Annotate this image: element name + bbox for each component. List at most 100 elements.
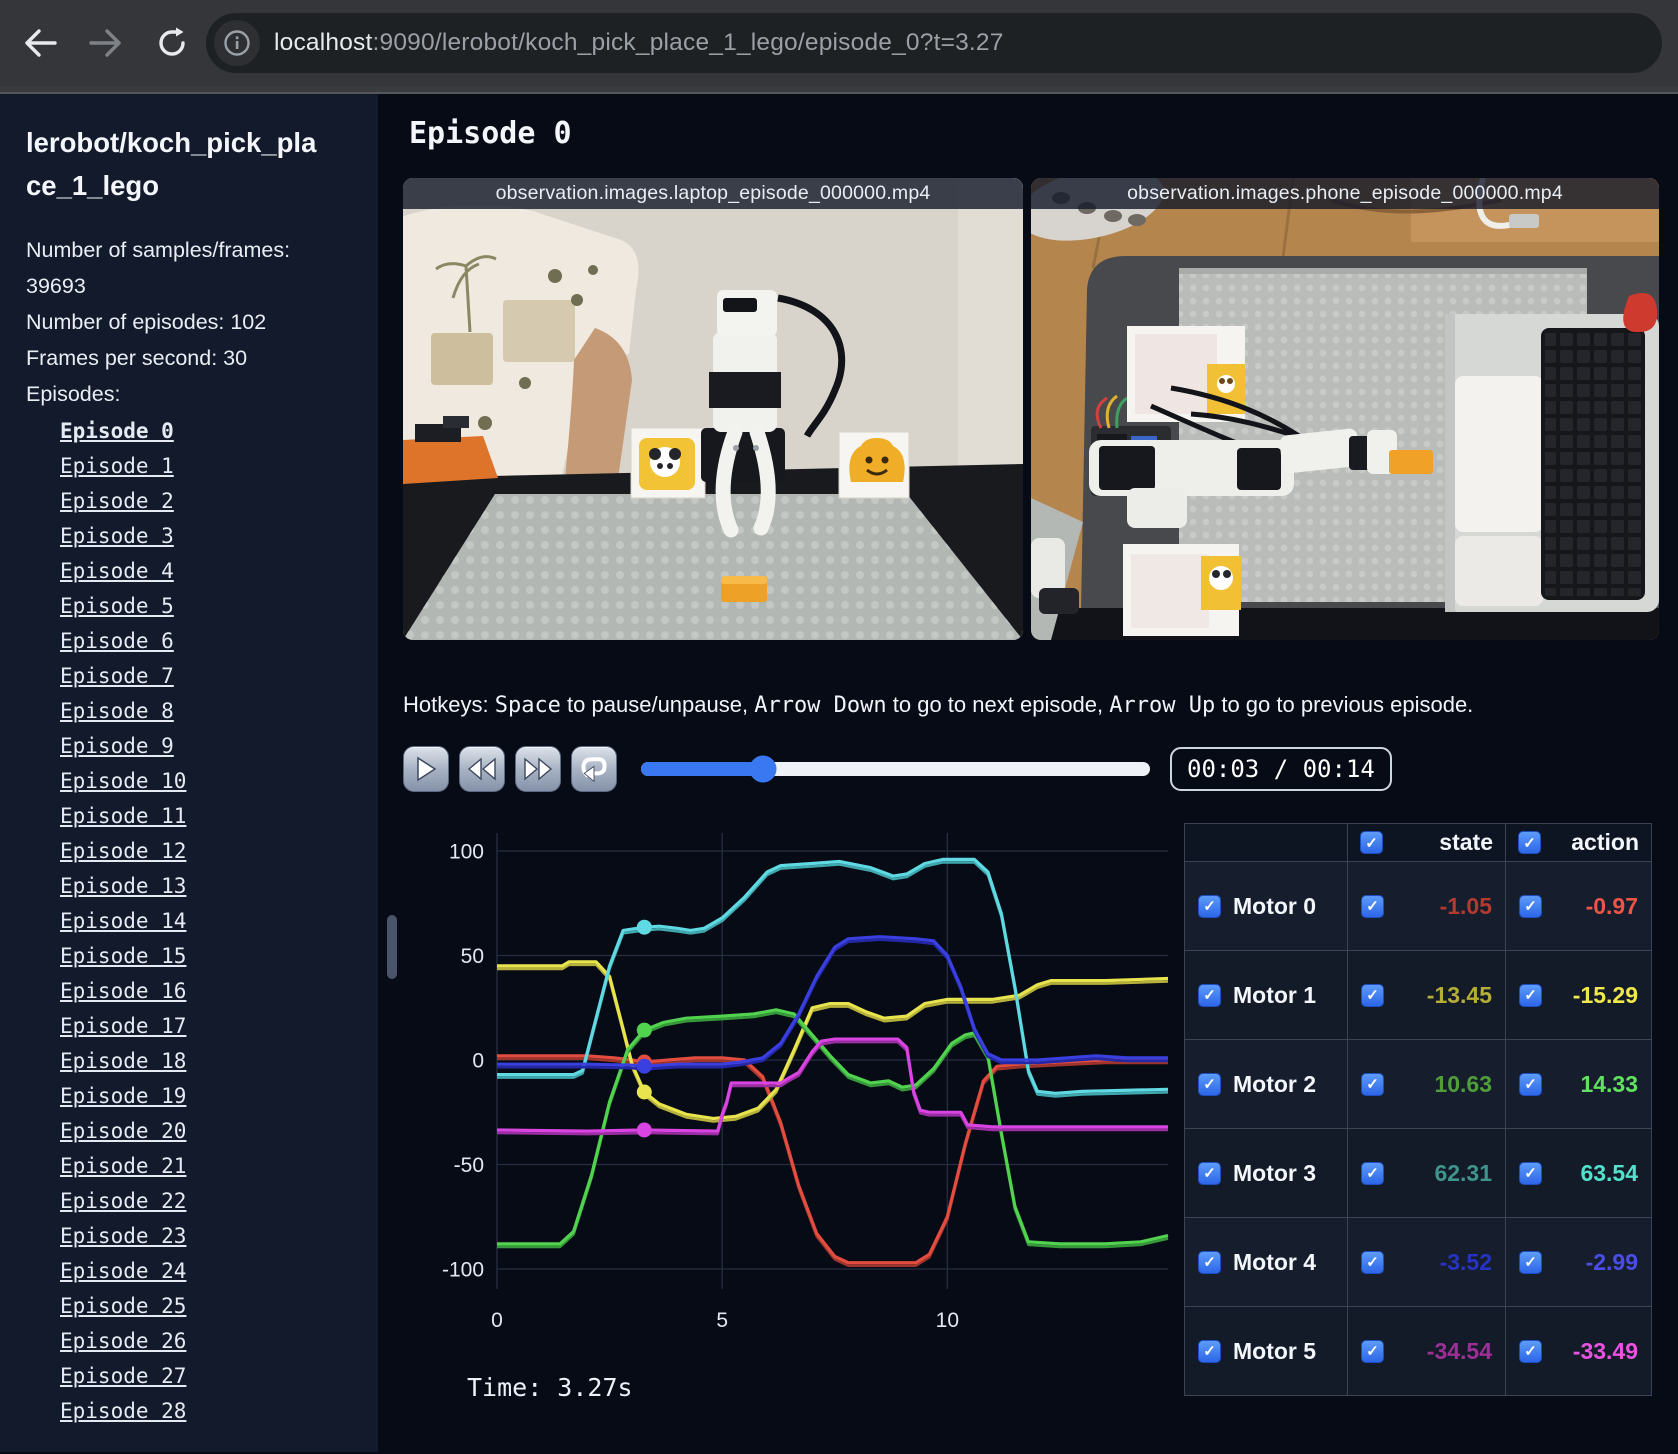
motor-row-checkbox[interactable]: ✓ [1198, 894, 1221, 918]
state-value-checkbox[interactable]: ✓ [1361, 894, 1384, 918]
episode-link[interactable]: Episode 2 [60, 489, 174, 513]
play-icon [417, 756, 437, 782]
action-value: -0.97 [1585, 892, 1638, 919]
episode-list-item: Episode 19 [26, 1080, 354, 1115]
action-column-checkbox[interactable]: ✓ [1518, 831, 1541, 854]
forward-icon[interactable] [86, 23, 126, 63]
episode-list-item: Episode 21 [26, 1150, 354, 1185]
fast-forward-button[interactable] [515, 746, 561, 792]
url-bar[interactable]: localhost:9090/lerobot/koch_pick_place_1… [206, 13, 1662, 73]
episode-link[interactable]: Episode 23 [60, 1224, 186, 1248]
episode-link[interactable]: Episode 12 [60, 839, 186, 863]
table-row: ✓ Motor 5 ✓ -34.54 ✓ -33.49 [1184, 1306, 1652, 1396]
episode-list-item: Episode 14 [26, 905, 354, 940]
motor-row-checkbox[interactable]: ✓ [1198, 1072, 1221, 1096]
action-value-checkbox[interactable]: ✓ [1519, 983, 1542, 1007]
video-phone-frame [1031, 178, 1659, 640]
episode-list-item: Episode 11 [26, 800, 354, 835]
svg-text:0: 0 [472, 1050, 484, 1073]
video-phone[interactable]: observation.images.phone_episode_000000.… [1031, 178, 1659, 640]
state-value-checkbox[interactable]: ✓ [1361, 1161, 1384, 1185]
episode-link[interactable]: Episode 26 [60, 1329, 186, 1353]
episode-link[interactable]: Episode 3 [60, 524, 174, 548]
episode-link[interactable]: Episode 21 [60, 1154, 186, 1178]
state-value-checkbox[interactable]: ✓ [1361, 1339, 1384, 1363]
episode-link[interactable]: Episode 7 [60, 664, 174, 688]
episode-link[interactable]: Episode 22 [60, 1189, 186, 1213]
video-label-laptop: observation.images.laptop_episode_000000… [403, 178, 1023, 209]
action-header-label: action [1571, 829, 1639, 855]
state-value: 62.31 [1434, 1159, 1492, 1186]
episode-link[interactable]: Episode 8 [60, 699, 174, 723]
motor-row-checkbox[interactable]: ✓ [1198, 983, 1221, 1007]
info-icon[interactable] [214, 20, 260, 66]
action-value-checkbox[interactable]: ✓ [1519, 894, 1542, 918]
episode-link[interactable]: Episode 4 [60, 559, 174, 583]
motor-chart[interactable]: 100 50 0 -50 -100 0 5 10 [403, 819, 1176, 1349]
motor-label: Motor 5 [1233, 1337, 1317, 1364]
state-value-checkbox[interactable]: ✓ [1361, 1250, 1384, 1274]
episode-link[interactable]: Episode 27 [60, 1364, 186, 1388]
episode-link[interactable]: Episode 18 [60, 1049, 186, 1073]
action-value-checkbox[interactable]: ✓ [1519, 1339, 1542, 1363]
episode-link[interactable]: Episode 28 [60, 1399, 186, 1423]
episode-link[interactable]: Episode 6 [60, 629, 174, 653]
state-value-checkbox[interactable]: ✓ [1361, 1072, 1384, 1096]
episode-link[interactable]: Episode 11 [60, 804, 186, 828]
url-text: localhost:9090/lerobot/koch_pick_place_1… [274, 29, 1004, 57]
episode-link[interactable]: Episode 15 [60, 944, 186, 968]
episode-link[interactable]: Episode 0 [60, 419, 174, 443]
episode-list-item: Episode 1 [26, 450, 354, 485]
scrollbar-thumb[interactable] [387, 915, 397, 979]
episode-list-item: Episode 3 [26, 520, 354, 555]
motor-label: Motor 1 [1233, 981, 1317, 1008]
action-value-checkbox[interactable]: ✓ [1519, 1072, 1542, 1096]
action-value: -15.29 [1572, 981, 1638, 1008]
action-value-checkbox[interactable]: ✓ [1519, 1161, 1542, 1185]
episode-link[interactable]: Episode 9 [60, 734, 174, 758]
seek-slider[interactable] [641, 755, 1150, 783]
episode-list-item: Episode 28 [26, 1395, 354, 1430]
back-icon[interactable] [20, 23, 60, 63]
action-value: 14.33 [1580, 1070, 1638, 1097]
action-value: -33.49 [1572, 1337, 1638, 1364]
state-value: -34.54 [1426, 1337, 1492, 1364]
episode-list-item: Episode 2 [26, 485, 354, 520]
motor-table-block: ✓ state ✓ action ✓ Motor 0 ✓ -1.05 ✓ -0.97 ✓ M… [1184, 823, 1652, 1396]
play-button[interactable] [403, 746, 449, 792]
playback-controls: 00:03 / 00:14 [403, 745, 1678, 793]
episode-list-item: Episode 18 [26, 1045, 354, 1080]
episode-link[interactable]: Episode 17 [60, 1014, 186, 1038]
loop-button[interactable] [571, 746, 617, 792]
video-laptop[interactable]: observation.images.laptop_episode_000000… [403, 178, 1023, 640]
episode-link[interactable]: Episode 24 [60, 1259, 186, 1283]
motor-row-checkbox[interactable]: ✓ [1198, 1250, 1221, 1274]
chrome-divider [0, 86, 1678, 94]
episode-link[interactable]: Episode 1 [60, 454, 174, 478]
state-column-checkbox[interactable]: ✓ [1360, 831, 1383, 854]
reload-icon[interactable] [152, 23, 192, 63]
episode-link[interactable]: Episode 19 [60, 1084, 186, 1108]
motor-row-checkbox[interactable]: ✓ [1198, 1339, 1221, 1363]
stat-fps: Frames per second: 30 [26, 345, 248, 370]
episode-link[interactable]: Episode 5 [60, 594, 174, 618]
video-label-phone: observation.images.phone_episode_000000.… [1031, 178, 1659, 209]
episode-link[interactable]: Episode 20 [60, 1119, 186, 1143]
episode-link[interactable]: Episode 14 [60, 909, 186, 933]
episode-link[interactable]: Episode 16 [60, 979, 186, 1003]
episode-link[interactable]: Episode 10 [60, 769, 186, 793]
episode-list: Episode 0 Episode 1 Episode 2 Episode 3 Epis… [26, 415, 354, 1430]
dataset-title: lerobot/koch_pick_place_1_lego [26, 127, 317, 201]
action-value-checkbox[interactable]: ✓ [1519, 1250, 1542, 1274]
episode-link[interactable]: Episode 13 [60, 874, 186, 898]
episode-link[interactable]: Episode 25 [60, 1294, 186, 1318]
state-value: -13.45 [1426, 981, 1492, 1008]
motor-row-checkbox[interactable]: ✓ [1198, 1161, 1221, 1185]
state-value-checkbox[interactable]: ✓ [1361, 983, 1384, 1007]
rewind-button[interactable] [459, 746, 505, 792]
browser-chrome: localhost:9090/lerobot/koch_pick_place_1… [0, 0, 1678, 86]
episode-list-item: Episode 15 [26, 940, 354, 975]
action-column-header: ✓ action [1505, 823, 1652, 862]
page-title: Episode 0 [409, 116, 572, 151]
slider-thumb[interactable] [749, 755, 777, 783]
